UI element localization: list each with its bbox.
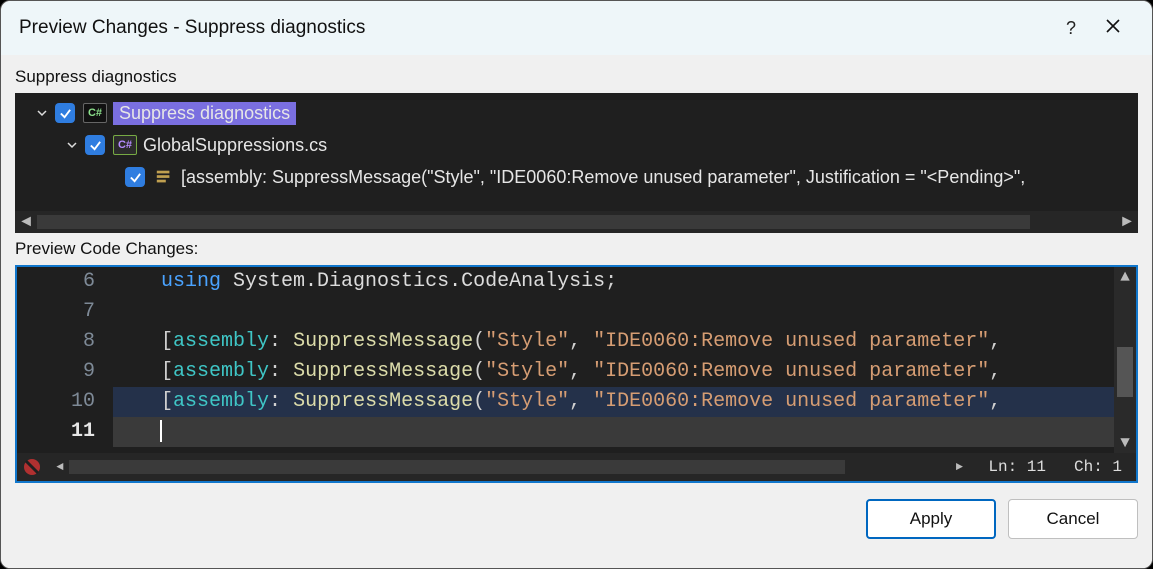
line-number: 10	[17, 387, 95, 417]
help-button[interactable]: ?	[1050, 18, 1092, 39]
scrollbar-thumb[interactable]	[69, 460, 845, 474]
line-number-gutter: 67891011	[17, 267, 113, 453]
dialog-body: Suppress diagnostics C# Suppress diagnos…	[1, 55, 1152, 568]
tree-checkbox[interactable]	[85, 135, 105, 155]
titlebar: Preview Changes - Suppress diagnostics ?	[1, 1, 1152, 55]
line-number: 7	[17, 297, 95, 327]
code-status-bar: ◄ ► Ln: 11 Ch: 1	[17, 453, 1136, 481]
tree-node-label: Suppress diagnostics	[119, 103, 290, 123]
code-section-label: Preview Code Changes:	[15, 239, 1138, 259]
code-area[interactable]: using System.Diagnostics.CodeAnalysis; […	[113, 267, 1136, 453]
code-line[interactable]: using System.Diagnostics.CodeAnalysis;	[113, 267, 1136, 297]
code-vertical-scrollbar[interactable]: ▲ ▼	[1114, 267, 1136, 453]
changes-tree[interactable]: C# Suppress diagnostics C# GlobalSuppres…	[15, 93, 1138, 233]
tree-change-node[interactable]: [assembly: SuppressMessage("Style", "IDE…	[15, 161, 1138, 193]
code-line[interactable]: [assembly: SuppressMessage("Style", "IDE…	[113, 357, 1136, 387]
code-line[interactable]: [assembly: SuppressMessage("Style", "IDE…	[113, 327, 1136, 357]
scroll-down-icon[interactable]: ▼	[1114, 433, 1136, 453]
scrollbar-thumb[interactable]	[1117, 347, 1133, 397]
line-number: 8	[17, 327, 95, 357]
tree-checkbox[interactable]	[125, 167, 145, 187]
close-button[interactable]	[1092, 18, 1134, 39]
code-horizontal-scrollbar[interactable]: ◄ ►	[51, 459, 968, 475]
cursor-column-indicator: Ch: 1	[1060, 458, 1136, 476]
code-preview[interactable]: 67891011 using System.Diagnostics.CodeAn…	[15, 265, 1138, 483]
line-number: 11	[17, 417, 95, 447]
csharp-project-icon: C#	[83, 103, 107, 123]
expand-collapse-icon[interactable]	[35, 106, 49, 120]
preview-changes-dialog: Preview Changes - Suppress diagnostics ?…	[0, 0, 1153, 569]
scroll-right-icon[interactable]: ►	[950, 460, 968, 474]
scrollbar-thumb[interactable]	[37, 215, 1030, 229]
no-issues-icon	[19, 456, 45, 478]
tree-checkbox[interactable]	[55, 103, 75, 123]
dialog-title: Preview Changes - Suppress diagnostics	[19, 17, 1050, 39]
expand-collapse-icon[interactable]	[65, 138, 79, 152]
dialog-button-row: Apply Cancel	[15, 489, 1138, 539]
scroll-right-icon[interactable]: ►	[1116, 211, 1138, 233]
cursor-line-indicator: Ln: 11	[974, 458, 1060, 476]
scroll-up-icon[interactable]: ▲	[1114, 267, 1136, 287]
tree-root-node[interactable]: C# Suppress diagnostics	[15, 97, 1138, 129]
tree-horizontal-scrollbar[interactable]: ◄ ►	[15, 211, 1138, 233]
tree-node-label: [assembly: SuppressMessage("Style", "IDE…	[181, 167, 1025, 188]
scroll-left-icon[interactable]: ◄	[15, 211, 37, 233]
code-line[interactable]: [assembly: SuppressMessage("Style", "IDE…	[113, 387, 1136, 417]
tree-node-label: GlobalSuppressions.cs	[143, 135, 327, 156]
code-snippet-icon	[153, 167, 175, 187]
code-line[interactable]	[113, 417, 1136, 447]
scroll-left-icon[interactable]: ◄	[51, 460, 69, 474]
code-line[interactable]	[113, 297, 1136, 327]
apply-button[interactable]: Apply	[866, 499, 996, 539]
line-number: 6	[17, 267, 95, 297]
cancel-button[interactable]: Cancel	[1008, 499, 1138, 539]
csharp-file-icon: C#	[113, 135, 137, 155]
tree-section-label: Suppress diagnostics	[15, 67, 1138, 87]
scrollbar-track[interactable]	[37, 215, 1116, 229]
line-number: 9	[17, 357, 95, 387]
tree-file-node[interactable]: C# GlobalSuppressions.cs	[15, 129, 1138, 161]
